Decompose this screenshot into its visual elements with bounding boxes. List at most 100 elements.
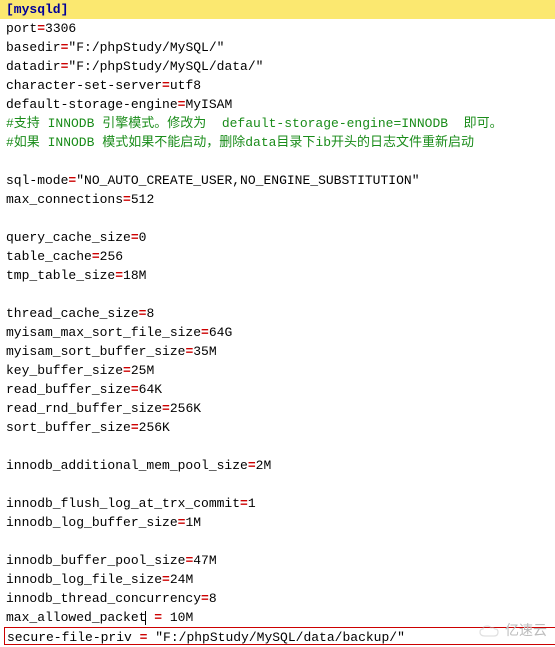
config-value: 256K bbox=[170, 401, 201, 416]
config-line: read_rnd_buffer_size=256K bbox=[0, 399, 555, 418]
config-key: myisam_sort_buffer_size bbox=[6, 344, 185, 359]
config-key: table_cache bbox=[6, 249, 92, 264]
equals-sign: = bbox=[162, 401, 170, 416]
config-value: 10M bbox=[170, 610, 193, 625]
config-line: basedir="F:/phpStudy/MySQL/" bbox=[0, 38, 555, 57]
config-value: 24M bbox=[170, 572, 193, 587]
config-line bbox=[0, 532, 555, 551]
config-key: basedir bbox=[6, 40, 61, 55]
config-line: read_buffer_size=64K bbox=[0, 380, 555, 399]
config-value: "NO_AUTO_CREATE_USER,NO_ENGINE_SUBSTITUT… bbox=[76, 173, 419, 188]
config-key: max_allowed_packet bbox=[6, 610, 146, 625]
config-line: tmp_table_size=18M bbox=[0, 266, 555, 285]
config-line: sort_buffer_size=256K bbox=[0, 418, 555, 437]
config-key: max_connections bbox=[6, 192, 123, 207]
config-value: 1 bbox=[248, 496, 256, 511]
config-key: port bbox=[6, 21, 37, 36]
config-line: default-storage-engine=MyISAM bbox=[0, 95, 555, 114]
config-key: innodb_additional_mem_pool_size bbox=[6, 458, 248, 473]
config-value: 256K bbox=[139, 420, 170, 435]
config-comment: #如果 INNODB 模式如果不能启动，删除data目录下ib开头的日志文件重新… bbox=[0, 133, 555, 152]
config-line bbox=[0, 475, 555, 494]
equals-sign: = bbox=[131, 230, 139, 245]
equals-sign: = bbox=[162, 572, 170, 587]
config-value: 64G bbox=[209, 325, 232, 340]
config-line: innodb_buffer_pool_size=47M bbox=[0, 551, 555, 570]
config-line: query_cache_size=0 bbox=[0, 228, 555, 247]
config-line: innodb_log_file_size=24M bbox=[0, 570, 555, 589]
config-key: innodb_log_buffer_size bbox=[6, 515, 178, 530]
equals-sign: = bbox=[131, 420, 139, 435]
config-value: "F:/phpStudy/MySQL/data/backup/" bbox=[155, 630, 405, 645]
config-key: datadir bbox=[6, 59, 61, 74]
config-key: innodb_log_file_size bbox=[6, 572, 162, 587]
config-value: 8 bbox=[146, 306, 154, 321]
equals-sign: = bbox=[123, 192, 131, 207]
config-key: character-set-server bbox=[6, 78, 162, 93]
config-value: 256 bbox=[100, 249, 123, 264]
config-line: secure-file-priv = "F:/phpStudy/MySQL/da… bbox=[0, 627, 555, 646]
config-key: thread_cache_size bbox=[6, 306, 139, 321]
config-value: 35M bbox=[193, 344, 216, 359]
config-line bbox=[0, 285, 555, 304]
config-value: "F:/phpStudy/MySQL/data/" bbox=[68, 59, 263, 74]
config-value: 0 bbox=[139, 230, 147, 245]
config-line bbox=[0, 152, 555, 171]
section-header: [mysqld] bbox=[0, 0, 555, 19]
config-line: sql-mode="NO_AUTO_CREATE_USER,NO_ENGINE_… bbox=[0, 171, 555, 190]
config-line: max_connections=512 bbox=[0, 190, 555, 209]
equals-sign: = bbox=[115, 268, 123, 283]
config-line: innodb_additional_mem_pool_size=2M bbox=[0, 456, 555, 475]
equals-sign: = bbox=[123, 363, 131, 378]
config-key: query_cache_size bbox=[6, 230, 131, 245]
watermark: 亿速云 bbox=[479, 621, 547, 640]
equals-sign: = bbox=[201, 591, 209, 606]
cloud-icon bbox=[479, 624, 501, 638]
config-value: 8 bbox=[209, 591, 217, 606]
highlighted-config-line: secure-file-priv = "F:/phpStudy/MySQL/da… bbox=[4, 627, 555, 645]
config-line: myisam_max_sort_file_size=64G bbox=[0, 323, 555, 342]
config-line: innodb_log_buffer_size=1M bbox=[0, 513, 555, 532]
config-line: thread_cache_size=8 bbox=[0, 304, 555, 323]
equals-sign: = bbox=[132, 630, 155, 645]
config-value: 2M bbox=[256, 458, 272, 473]
config-value: 25M bbox=[131, 363, 154, 378]
config-key: key_buffer_size bbox=[6, 363, 123, 378]
config-value: MyISAM bbox=[185, 97, 232, 112]
equals-sign: = bbox=[162, 78, 170, 93]
config-line bbox=[0, 209, 555, 228]
config-key: innodb_thread_concurrency bbox=[6, 591, 201, 606]
config-comment: #支持 INNODB 引擎模式。修改为 default-storage-engi… bbox=[0, 114, 555, 133]
config-key: innodb_buffer_pool_size bbox=[6, 553, 185, 568]
equals-sign: = bbox=[37, 21, 45, 36]
config-value: 64K bbox=[139, 382, 162, 397]
config-line: myisam_sort_buffer_size=35M bbox=[0, 342, 555, 361]
equals-sign: = bbox=[131, 382, 139, 397]
config-line: max_allowed_packet = 10M bbox=[0, 608, 555, 627]
config-key: read_buffer_size bbox=[6, 382, 131, 397]
config-line: innodb_flush_log_at_trx_commit=1 bbox=[0, 494, 555, 513]
config-key: read_rnd_buffer_size bbox=[6, 401, 162, 416]
config-value: 47M bbox=[193, 553, 216, 568]
equals-sign: = bbox=[92, 249, 100, 264]
equals-sign: = bbox=[201, 325, 209, 340]
config-value: 3306 bbox=[45, 21, 76, 36]
config-key: sort_buffer_size bbox=[6, 420, 131, 435]
config-value: utf8 bbox=[170, 78, 201, 93]
config-key: sql-mode bbox=[6, 173, 68, 188]
config-key: innodb_flush_log_at_trx_commit bbox=[6, 496, 240, 511]
config-value: "F:/phpStudy/MySQL/" bbox=[68, 40, 224, 55]
config-value: 1M bbox=[185, 515, 201, 530]
equals-sign: = bbox=[248, 458, 256, 473]
config-line: innodb_thread_concurrency=8 bbox=[0, 589, 555, 608]
equals-sign: = bbox=[240, 496, 248, 511]
config-value: 512 bbox=[131, 192, 154, 207]
config-key: secure-file-priv bbox=[7, 630, 132, 645]
config-editor[interactable]: [mysqld] port=3306basedir="F:/phpStudy/M… bbox=[0, 0, 555, 646]
config-key: default-storage-engine bbox=[6, 97, 178, 112]
config-key: myisam_max_sort_file_size bbox=[6, 325, 201, 340]
config-key: tmp_table_size bbox=[6, 268, 115, 283]
config-line: port=3306 bbox=[0, 19, 555, 38]
config-line bbox=[0, 437, 555, 456]
config-value: 18M bbox=[123, 268, 146, 283]
